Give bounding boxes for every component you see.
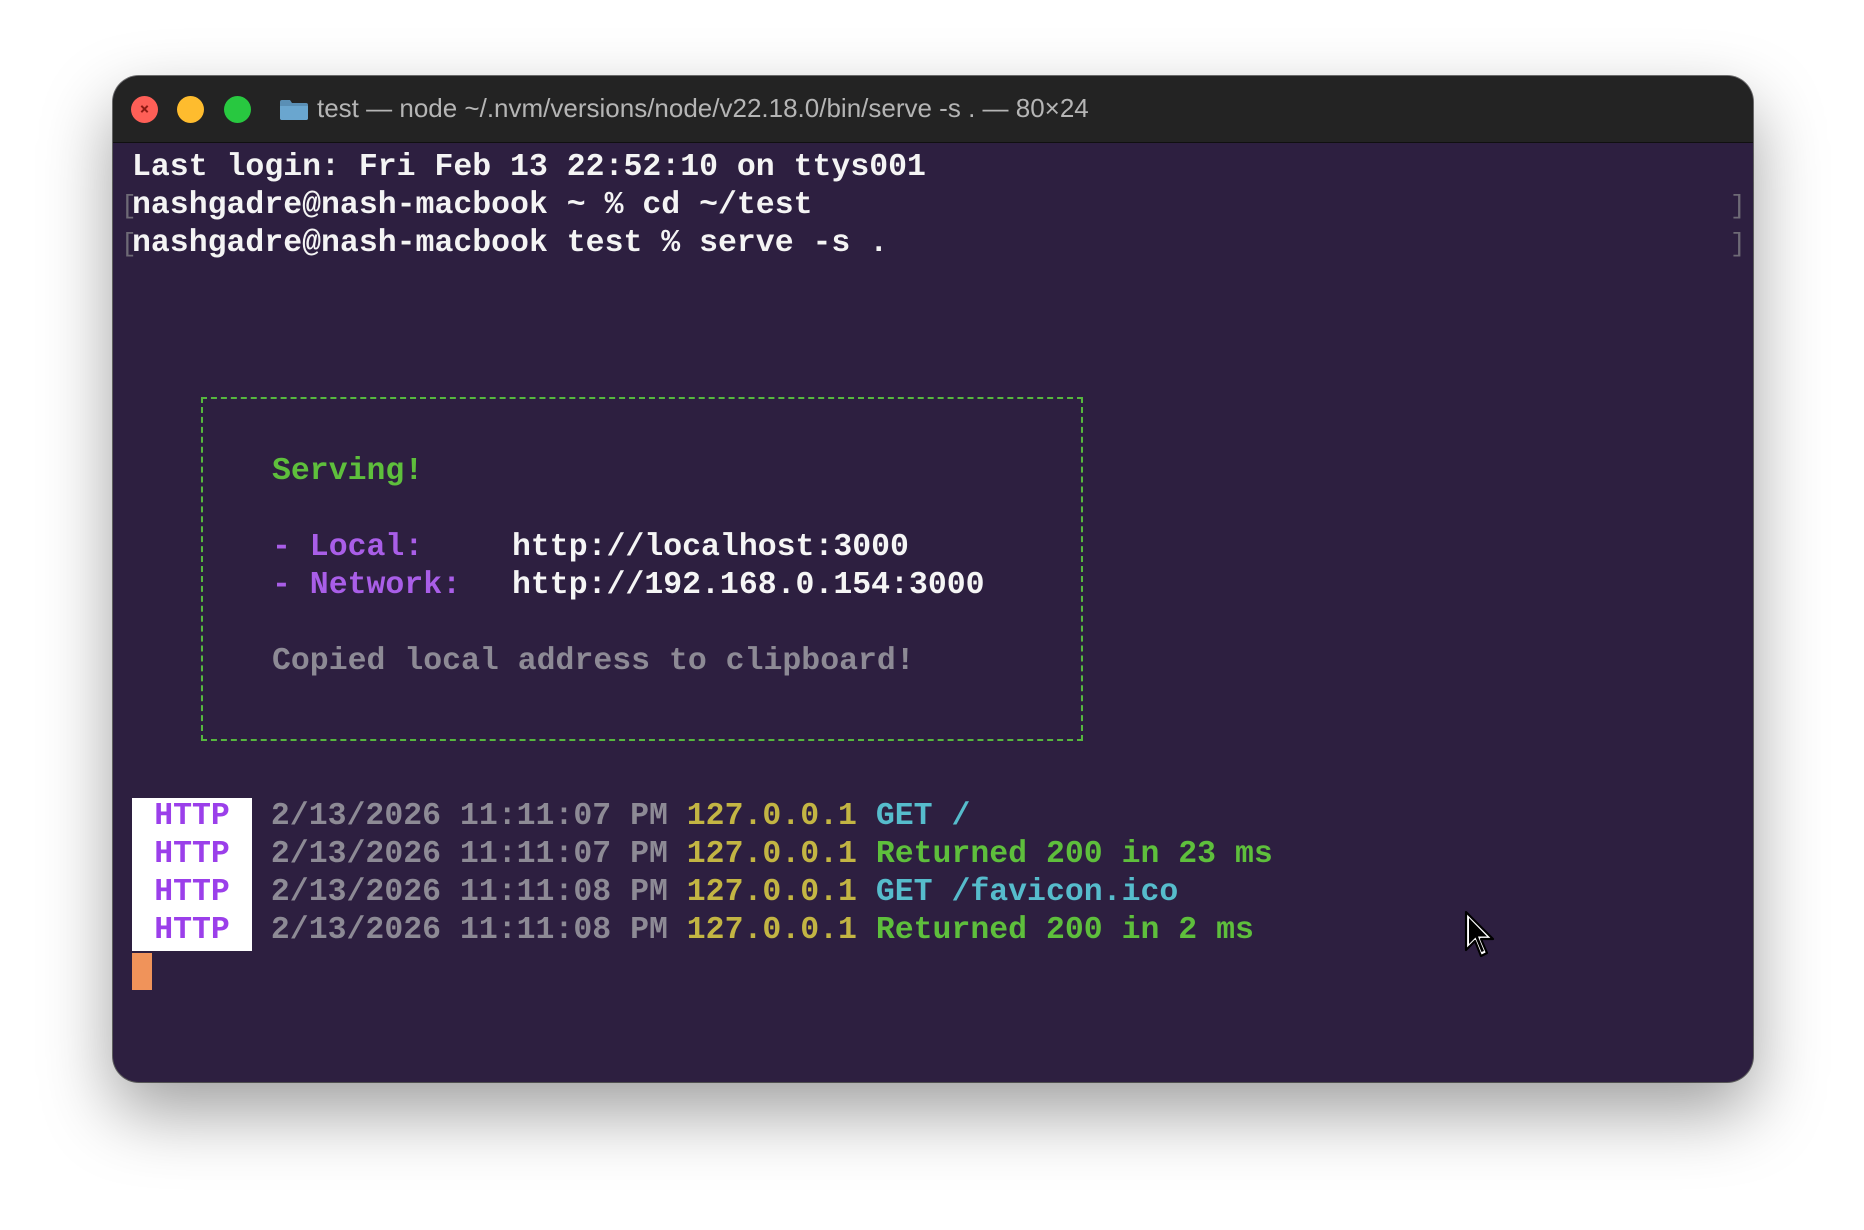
clipboard-note: Copied local address to clipboard! [272, 644, 915, 679]
network-url[interactable]: http://192.168.0.154:3000 [512, 567, 985, 605]
log-time: 2/13/2026 11:11:08 PM [270, 913, 668, 948]
serve-status-box: Serving! - Local: http://localhost:3000 … [201, 397, 1083, 741]
log-row: HTTP 2/13/2026 11:11:08 PM 127.0.0.1 Ret… [132, 912, 1254, 950]
log-message: Returned 200 in 23 ms [875, 837, 1273, 872]
http-tag: HTTP [154, 875, 230, 910]
folder-icon [280, 100, 308, 120]
mark-bracket-right: ] [1730, 191, 1746, 221]
mouse-pointer-icon [1464, 910, 1495, 958]
http-tag: HTTP [154, 913, 230, 948]
log-ip: 127.0.0.1 [686, 799, 857, 834]
text-cursor [132, 953, 152, 990]
local-url[interactable]: http://localhost:3000 [512, 529, 909, 567]
close-button[interactable] [131, 96, 158, 123]
log-ip: 127.0.0.1 [686, 837, 857, 872]
network-label: - Network: [272, 568, 462, 603]
log-row: HTTP 2/13/2026 11:11:07 PM 127.0.0.1 Ret… [132, 836, 1273, 874]
terminal-content[interactable]: Last login: Fri Feb 13 22:52:10 on ttys0… [113, 142, 1753, 1082]
window-title: test — node ~/.nvm/versions/node/v22.18.… [317, 93, 1089, 123]
log-ip: 127.0.0.1 [686, 913, 857, 948]
local-label: - Local: [272, 530, 424, 565]
log-time: 2/13/2026 11:11:07 PM [270, 837, 668, 872]
log-row: HTTP 2/13/2026 11:11:07 PM 127.0.0.1 GET… [132, 798, 970, 836]
terminal-line: Last login: Fri Feb 13 22:52:10 on ttys0… [132, 150, 926, 185]
log-time: 2/13/2026 11:11:07 PM [270, 799, 668, 834]
terminal-window: test — node ~/.nvm/versions/node/v22.18.… [113, 76, 1753, 1082]
minimize-button[interactable] [177, 96, 204, 123]
mark-bracket-right: ] [1730, 229, 1746, 259]
title-bar[interactable]: test — node ~/.nvm/versions/node/v22.18.… [113, 76, 1753, 143]
log-message: GET / [875, 799, 971, 834]
log-ip: 127.0.0.1 [686, 875, 857, 910]
terminal-line: nashgadre@nash-macbook ~ % cd ~/test [132, 188, 813, 223]
log-time: 2/13/2026 11:11:08 PM [270, 875, 668, 910]
http-tag: HTTP [154, 799, 230, 834]
log-message: GET /favicon.ico [875, 875, 1179, 910]
log-row: HTTP 2/13/2026 11:11:08 PM 127.0.0.1 GET… [132, 874, 1178, 912]
terminal-line: nashgadre@nash-macbook test % serve -s . [132, 226, 889, 261]
serving-heading: Serving! [272, 454, 424, 489]
http-tag: HTTP [154, 837, 230, 872]
zoom-button[interactable] [224, 96, 251, 123]
log-message: Returned 200 in 2 ms [875, 913, 1254, 948]
